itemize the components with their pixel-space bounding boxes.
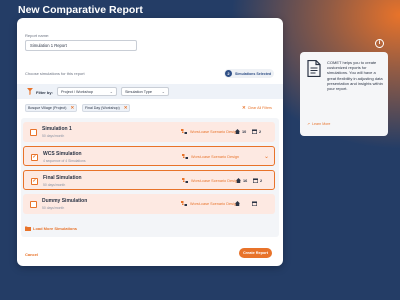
simulation-name: Dummy Simulation [42,198,88,204]
simulation-list: Simulation 1 50 days/month Worst-case Sc… [21,118,279,237]
info-card: COMET helps you to create customized rep… [300,52,388,136]
scenario-tag: Worst-case Scenario Design [182,154,239,159]
row-checkbox[interactable] [30,200,37,208]
home-icon [235,201,240,206]
scenario-icon [182,154,188,159]
create-report-button[interactable]: Create Report [239,248,272,258]
report-name-input[interactable] [25,40,137,51]
calendar-icon [253,178,258,183]
check-icon: ✓ [32,153,37,160]
filter-bar: Filter by: Project / Workshop ⌄ Simulati… [17,84,283,99]
page-title: New Comparative Report [18,4,143,16]
scenario-tag: Worst-case Scenario Design [181,129,238,134]
row-checkbox[interactable] [30,128,37,136]
chevron-down-icon[interactable]: ⌄ [264,153,269,160]
calendar-stat [252,201,259,206]
calendar-icon [252,129,257,134]
people-stat: 10 [235,129,246,134]
scenario-icon [181,201,187,206]
simulation-row[interactable]: Dummy Simulation 50 days/month Worst-cas… [23,194,275,214]
calendar-stat: 2 [253,178,262,183]
people-stat: 16 [236,178,247,183]
chevron-down-icon: ⌄ [161,89,165,94]
simulation-subtitle: 4 sequence of 4 Simulations [43,158,86,163]
chip-label: Final Day (Workshop) [85,106,120,110]
calendar-count: 2 [259,129,262,134]
chip-label: Bosque Village (Project) [28,106,67,110]
load-more-label: Load More Simulations [33,226,78,231]
learn-more-label: Learn More [312,122,331,126]
clear-all-filters-button[interactable]: ✕ Clear All Filters [242,105,272,111]
simulation-name: WCS Simulation [43,151,82,157]
calendar-icon [252,201,257,206]
info-toggle-icon[interactable]: i [375,39,384,48]
calendar-count: 2 [260,178,263,183]
scenario-label: Worst-case Scenario Design [191,178,240,183]
scenario-label: Worst-case Scenario Design [190,129,239,134]
selected-count-label: Simulations Selected [235,71,272,76]
remove-chip-icon[interactable]: ✕ [124,105,128,111]
scenario-tag: Worst-case Scenario Design [182,178,239,183]
simulation-subtitle: 50 days/month [42,205,65,210]
report-name-label: Report name: [25,33,50,38]
scenario-tag: Worst-case Scenario Design [181,201,238,206]
simulation-row[interactable]: Simulation 1 50 days/month Worst-case Sc… [23,122,275,142]
row-checkbox[interactable]: ✓ [31,153,38,161]
scenario-label: Worst-case Scenario Design [191,154,240,159]
simulation-name: Final Simulation [43,175,82,181]
simulation-subtitle: 50 days/month [42,133,65,138]
remove-chip-icon[interactable]: ✕ [71,105,75,111]
simulation-row[interactable]: ✓ Final Simulation 50 days/month Worst-c… [23,170,275,190]
cancel-button[interactable]: Cancel [25,252,38,257]
filter-chip-project: Bosque Village (Project) ✕ [25,104,78,112]
filter-chip-workshop: Final Day (Workshop) ✕ [82,104,131,112]
simulation-name: Simulation 1 [42,126,72,132]
home-icon [235,129,240,134]
check-icon: ✓ [32,177,37,184]
info-description: COMET helps you to create customized rep… [327,60,383,92]
document-icon [307,60,321,77]
clear-icon: ✕ [242,105,246,110]
scenario-icon [182,178,188,183]
filter-icon [27,88,33,95]
simulation-row[interactable]: ✓ WCS Simulation 4 sequence of 4 Simulat… [23,146,275,166]
scenario-icon [181,129,187,134]
people-stat [235,201,242,206]
report-form-card: Report name: Choose simulations for this… [17,18,283,266]
row-checkbox[interactable]: ✓ [31,177,38,185]
scenario-label: Worst-case Scenario Design [190,201,239,206]
home-icon [236,178,241,183]
people-count: 10 [242,129,247,134]
project-workshop-text: Project / Workshop [61,89,94,94]
filter-label: Filter by: [36,89,53,95]
choose-simulations-label: Choose simulations for this report [25,71,85,76]
simulation-subtitle: 50 days/month [43,182,66,187]
simulation-type-text: Simulation Type [125,89,152,94]
load-more-button[interactable]: Load More Simulations [25,226,77,231]
simulation-type-dropdown[interactable]: Simulation Type ⌄ [121,87,169,96]
clear-all-label: Clear All Filters [247,106,272,110]
selected-count-badge: 2 Simulations Selected [224,69,274,78]
selected-count: 2 [225,70,232,77]
external-link-icon: ↗ [307,122,311,126]
people-count: 16 [243,178,248,183]
folder-icon [25,226,31,231]
calendar-stat: 2 [252,129,261,134]
learn-more-link[interactable]: ↗ Learn More [307,122,330,126]
chevron-down-icon: ⌄ [109,89,113,94]
project-workshop-dropdown[interactable]: Project / Workshop ⌄ [57,87,117,96]
